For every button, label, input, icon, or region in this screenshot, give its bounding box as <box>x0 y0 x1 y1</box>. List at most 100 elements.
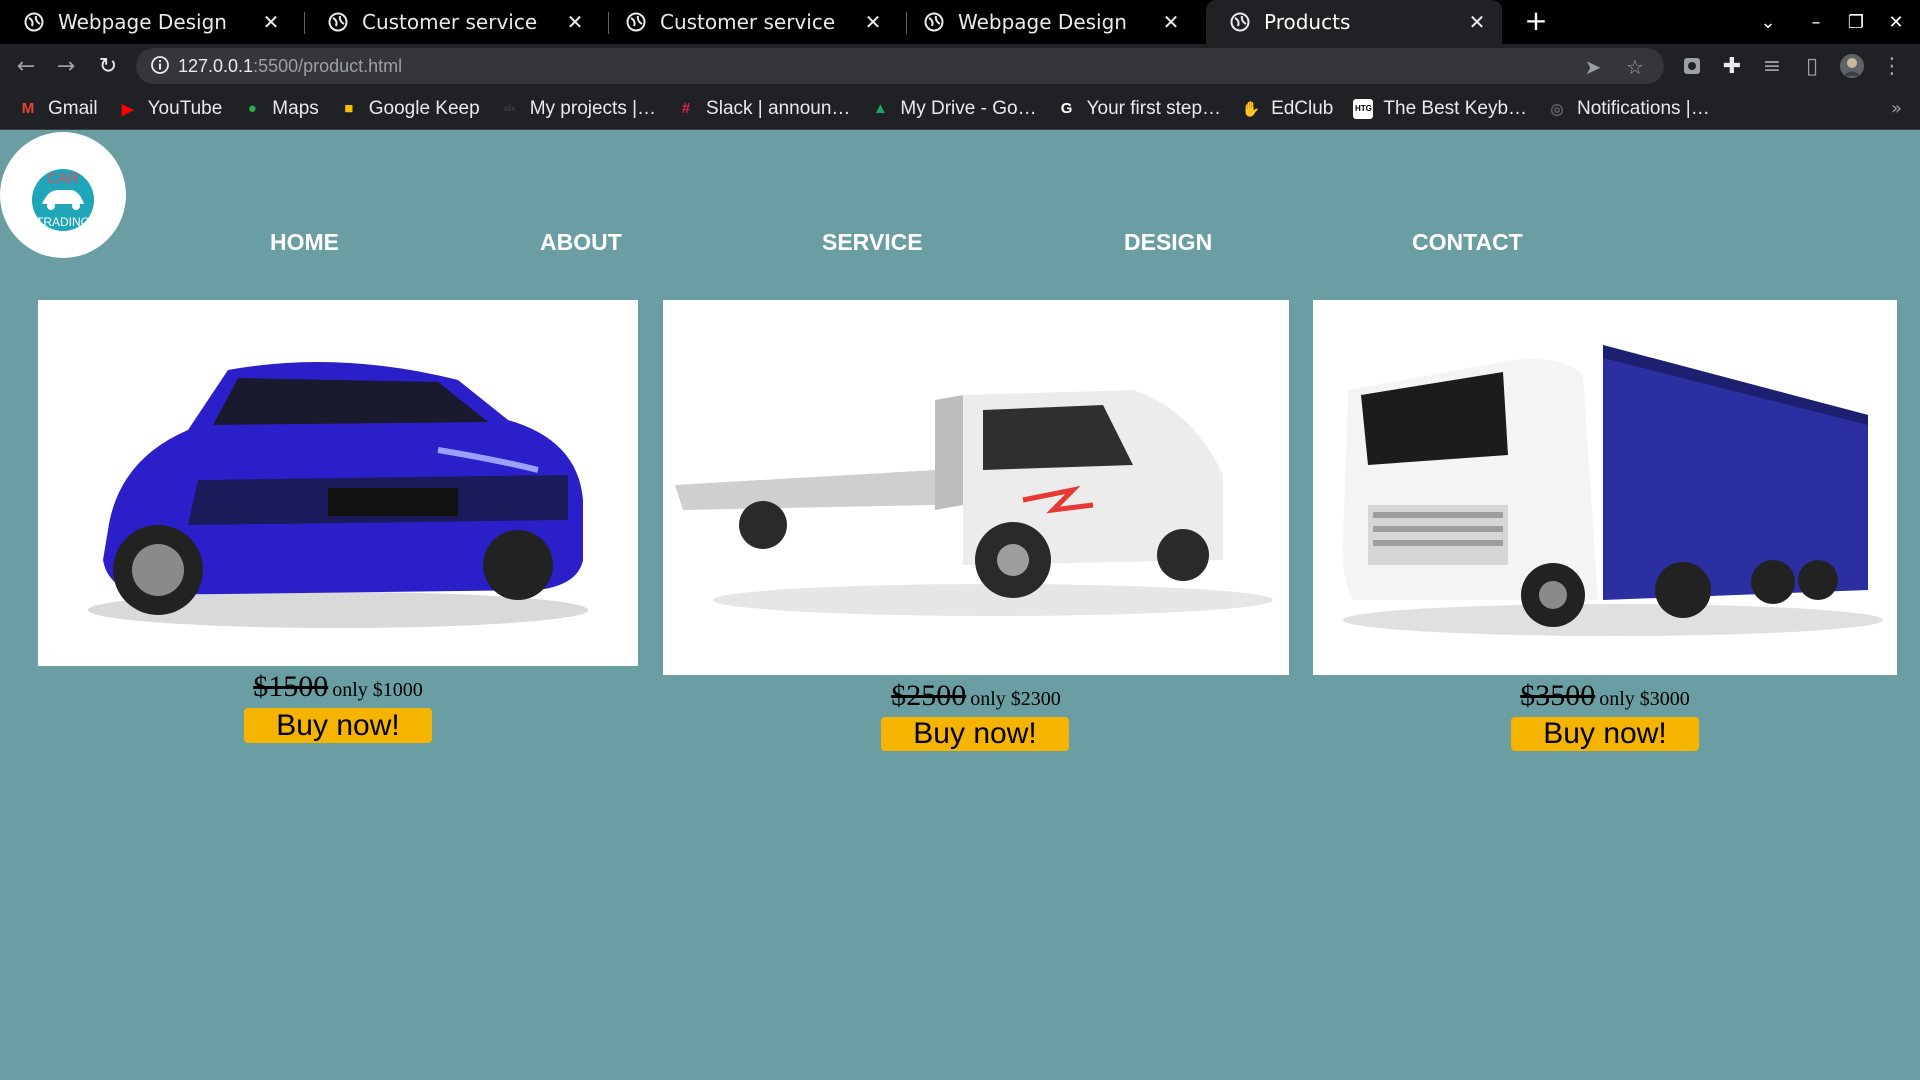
price-line: $3500 only $3000 <box>1313 679 1897 713</box>
nav-about[interactable]: ABOUT <box>540 229 622 256</box>
buy-now-button[interactable]: Buy now! <box>881 717 1069 751</box>
tab-1[interactable]: Webpage Design ✕ <box>0 0 296 44</box>
globe-icon <box>626 12 646 32</box>
bookmark-label: My Drive - Go… <box>900 97 1037 119</box>
bookmark-2[interactable]: ▶ YouTube <box>118 97 223 120</box>
flatbed-truck-image <box>675 390 1273 616</box>
menu-icon[interactable]: ⋮ <box>1876 50 1908 82</box>
product-card-flatbed: $2500 only $2300 Buy now! <box>663 300 1289 770</box>
bookmark-label: Notifications |… <box>1577 97 1710 119</box>
address-bar[interactable]: 127.0.0.1:5500/product.html ➤ ☆ <box>136 48 1664 84</box>
close-icon[interactable]: ✕ <box>1162 10 1180 34</box>
bookmark-label: Gmail <box>48 97 98 119</box>
page-content: CAR TRADING HOME ABOUT SERVICE DESIGN CO… <box>0 131 1920 1080</box>
tab-5-active[interactable]: Products ✕ <box>1206 0 1502 44</box>
globe-icon <box>24 12 44 32</box>
svg-text:TRADING: TRADING <box>36 215 90 229</box>
bookmark-label: EdClub <box>1271 97 1334 119</box>
price-line: $2500 only $2300 <box>663 679 1289 713</box>
bookmarks-overflow-icon[interactable]: » <box>1891 98 1902 119</box>
bookmark-8[interactable]: G Your first step… <box>1057 98 1221 120</box>
bookmark-label: Google Keep <box>368 97 480 119</box>
close-icon[interactable]: ✕ <box>1468 10 1486 34</box>
minimize-icon[interactable]: – <box>1798 0 1834 44</box>
semi-truck-image <box>1342 345 1883 636</box>
star-icon[interactable]: ☆ <box>1624 56 1646 78</box>
buy-now-button[interactable]: Buy now! <box>1511 717 1699 751</box>
tab-4[interactable]: Webpage Design ✕ <box>900 0 1196 44</box>
reading-list-icon[interactable]: ≡ <box>1756 50 1788 82</box>
send-icon[interactable]: ➤ <box>1582 56 1604 78</box>
product-card-sedan: $1500 only $1000 Buy now! <box>38 300 638 760</box>
close-icon[interactable]: ✕ <box>262 10 280 34</box>
extension-icon[interactable] <box>1676 50 1708 82</box>
reload-icon[interactable]: ↻ <box>92 50 124 82</box>
info-icon[interactable] <box>150 55 170 75</box>
keep-icon: ■ <box>344 100 354 117</box>
nav-design[interactable]: DESIGN <box>1124 229 1212 256</box>
gmail-icon: M <box>21 100 35 117</box>
browser-toolbar: ← → ↻ 127.0.0.1:5500/product.html ➤ ☆ ✚ … <box>0 44 1920 88</box>
close-window-icon[interactable]: ✕ <box>1878 0 1914 44</box>
old-price: $1500 <box>253 670 329 703</box>
side-panel-icon[interactable]: ▯ <box>1796 50 1828 82</box>
tab-title: Products <box>1264 10 1351 34</box>
tab-title: Webpage Design <box>958 10 1127 34</box>
nav-contact[interactable]: CONTACT <box>1412 229 1523 256</box>
new-tab-button[interactable]: + <box>1520 6 1552 38</box>
tab-title: Customer service <box>660 10 836 34</box>
bookmark-9[interactable]: ✋ EdClub <box>1241 97 1334 120</box>
maps-icon: ● <box>247 100 257 117</box>
bookmark-6[interactable]: # Slack | announ… <box>676 97 851 120</box>
new-price: only $2300 <box>970 688 1061 710</box>
product-image[interactable] <box>1313 300 1897 675</box>
slack-icon: # <box>681 100 691 117</box>
bookmark-5[interactable]: olx My projects |… <box>500 98 656 120</box>
bookmark-3[interactable]: ● Maps <box>242 97 319 120</box>
bookmark-label: YouTube <box>147 97 223 119</box>
back-icon[interactable]: ← <box>10 50 42 82</box>
bookmark-7[interactable]: ▲ My Drive - Go… <box>870 97 1037 120</box>
bookmark-11[interactable]: ◎ Notifications |… <box>1547 97 1710 120</box>
nav-service[interactable]: SERVICE <box>822 229 923 256</box>
bookmark-label: Your first step… <box>1086 97 1222 119</box>
bookmarks-bar: M Gmail ▶ YouTube ● Maps ■ Google Keep olx My pro… <box>0 88 1920 130</box>
tab-2[interactable]: Customer service ✕ <box>304 0 600 44</box>
price-line: $1500 only $1000 <box>38 670 638 704</box>
bookmark-1[interactable]: M Gmail <box>18 98 98 120</box>
product-image[interactable] <box>663 300 1289 675</box>
bookmark-label: Slack | announ… <box>706 97 851 119</box>
old-price: $3500 <box>1520 679 1596 712</box>
product-card-semi: $3500 only $3000 Buy now! <box>1313 300 1897 770</box>
svg-text:CAR: CAR <box>47 170 79 187</box>
logo[interactable]: CAR TRADING <box>0 132 126 258</box>
product-image[interactable] <box>38 300 638 666</box>
tab-strip: Webpage Design ✕ Customer service ✕ Cust… <box>0 0 1920 44</box>
avatar[interactable] <box>1836 50 1868 82</box>
bookmark-label: Maps <box>272 97 319 119</box>
buy-now-button[interactable]: Buy now! <box>244 708 432 743</box>
globe-icon <box>1230 12 1250 32</box>
close-icon[interactable]: ✕ <box>864 10 882 34</box>
url-text[interactable]: 127.0.0.1:5500/product.html <box>178 48 402 84</box>
globe-icon <box>924 12 944 32</box>
car-trading-logo: CAR TRADING <box>21 153 105 237</box>
tab-3[interactable]: Customer service ✕ <box>602 0 898 44</box>
old-price: $2500 <box>891 679 967 712</box>
youtube-icon: ▶ <box>121 100 134 118</box>
tab-title: Webpage Design <box>58 10 227 34</box>
puzzle-icon[interactable]: ✚ <box>1716 50 1748 82</box>
forward-icon[interactable]: → <box>50 50 82 82</box>
tab-title: Customer service <box>362 10 538 34</box>
bookmark-10[interactable]: HTG The Best Keyb… <box>1353 98 1527 120</box>
close-icon[interactable]: ✕ <box>566 10 584 34</box>
restore-icon[interactable]: ❐ <box>1838 0 1874 44</box>
globe-icon <box>328 12 348 32</box>
bookmark-label: My projects |… <box>529 97 657 119</box>
bookmark-4[interactable]: ■ Google Keep <box>339 97 480 120</box>
blue-sedan-image <box>88 362 588 628</box>
drive-icon: ▲ <box>872 100 888 117</box>
tab-search-icon[interactable]: ⌄ <box>1750 0 1786 44</box>
nav-home[interactable]: HOME <box>270 229 339 256</box>
globe-icon: ◎ <box>1550 100 1564 118</box>
